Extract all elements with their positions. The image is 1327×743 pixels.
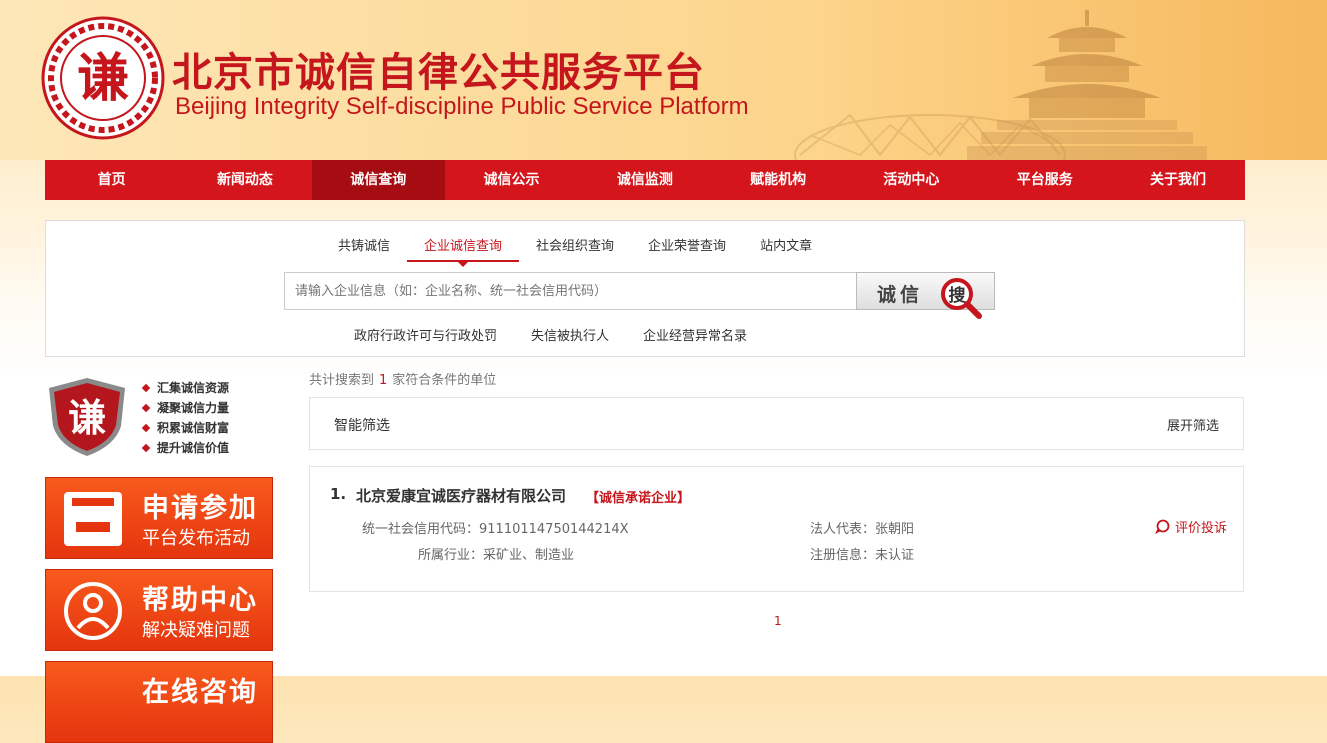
tab-co-build-integrity[interactable]: 共铸诚信 — [321, 235, 407, 262]
search-panel: 共铸诚信 企业诚信查询 社会组织查询 企业荣誉查询 站内文章 诚信 搜 政府行政… — [45, 220, 1245, 357]
industry-label: 所属行业： — [418, 548, 484, 563]
promo-title: 帮助中心 — [142, 585, 258, 616]
company-name-link[interactable]: 北京爱康宜诚医疗器材有限公司 — [356, 485, 566, 506]
slogan-text: 汇集诚信资源 — [157, 381, 230, 395]
nav-news[interactable]: 新闻动态 — [178, 160, 311, 200]
online-consult-banner[interactable]: 在线咨询 — [45, 661, 273, 743]
link-abnormal-operation-list[interactable]: 企业经营异常名录 — [643, 325, 747, 344]
diamond-bullet-icon — [141, 423, 151, 432]
diamond-bullet-icon — [141, 383, 151, 392]
site-subtitle: Beijing Integrity Self-discipline Public… — [175, 93, 749, 120]
result-item: 1. 北京爱康宜诚医疗器材有限公司 【诚信承诺企业】 统一社会信用代码：9111… — [309, 466, 1244, 592]
result-count: 共计搜索到 1 家符合条件的单位 — [309, 369, 496, 388]
diamond-bullet-icon — [141, 443, 151, 452]
pagination-page[interactable]: 1 — [774, 614, 782, 628]
promo-title: 申请参加 — [142, 493, 258, 524]
inbox-icon — [64, 492, 122, 546]
search-tabs: 共铸诚信 企业诚信查询 社会组织查询 企业荣誉查询 站内文章 — [321, 235, 829, 267]
tab-enterprise-honor-query[interactable]: 企业荣誉查询 — [631, 235, 743, 262]
shield-logo-icon: 谦 — [49, 378, 125, 456]
site-header: 谦 北京市诚信自律公共服务平台 Beijing Integrity Self-d… — [0, 0, 1327, 160]
link-admin-permit-penalty[interactable]: 政府行政许可与行政处罚 — [354, 325, 497, 344]
magnifier-char: 搜 — [949, 285, 967, 306]
temple-of-heaven-graphic — [967, 10, 1207, 160]
legal-rep-label: 法人代表： — [810, 522, 876, 537]
slogan-item: 凝聚诚信力量 — [141, 398, 230, 418]
nav-platform-services[interactable]: 平台服务 — [978, 160, 1111, 200]
smart-filter-bar: 智能筛选 展开筛选 — [309, 397, 1244, 450]
credit-code-row: 统一社会信用代码：91110114750144214X — [362, 518, 629, 537]
filter-label: 智能筛选 — [334, 418, 390, 434]
quick-links: 政府行政许可与行政处罚 失信被执行人 企业经营异常名录 — [354, 325, 781, 344]
evaluate-complain-label: 评价投诉 — [1174, 521, 1227, 536]
search-input[interactable] — [284, 272, 856, 310]
nav-enabling-institutions[interactable]: 赋能机构 — [711, 160, 844, 200]
slogan-item: 提升诚信价值 — [141, 438, 230, 458]
integrity-badge: 【诚信承诺企业】 — [586, 491, 691, 506]
tab-enterprise-credit-query[interactable]: 企业诚信查询 — [407, 235, 520, 267]
slogan-list: 汇集诚信资源 凝聚诚信力量 积累诚信财富 提升诚信价值 — [141, 378, 230, 458]
nav-credit-publicity[interactable]: 诚信公示 — [445, 160, 578, 200]
registration-row: 注册信息：未认证 — [810, 544, 914, 563]
credit-code-label: 统一社会信用代码： — [362, 522, 480, 537]
registration-value: 未认证 — [875, 548, 915, 563]
tab-site-articles[interactable]: 站内文章 — [743, 235, 829, 262]
industry-value: 采矿业、制造业 — [483, 548, 575, 563]
registration-label: 注册信息： — [810, 548, 876, 563]
promo-subtitle: 平台发布活动 — [142, 528, 250, 549]
search-button[interactable]: 诚信 搜 — [856, 272, 995, 319]
slogan-item: 积累诚信财富 — [141, 418, 230, 438]
count-prefix: 共计搜索到 — [309, 373, 375, 388]
search-button-label: 诚信 — [877, 284, 924, 306]
magnifier-icon: 搜 — [941, 278, 982, 319]
industry-row: 所属行业：采矿业、制造业 — [418, 544, 574, 563]
nav-credit-monitoring[interactable]: 诚信监测 — [578, 160, 711, 200]
count-number: 1 — [379, 373, 388, 388]
expand-filter-button[interactable]: 展开筛选 — [1167, 415, 1219, 434]
slogan-text: 积累诚信财富 — [157, 421, 230, 435]
shield-logo-char: 谦 — [68, 396, 106, 440]
nav-home[interactable]: 首页 — [45, 160, 178, 200]
legal-rep-value: 张朝阳 — [875, 522, 915, 537]
diamond-bullet-icon — [141, 403, 151, 412]
main-nav: 首页 新闻动态 诚信查询 诚信公示 诚信监测 赋能机构 活动中心 平台服务 关于… — [45, 160, 1245, 200]
promo-subtitle: 解决疑难问题 — [142, 620, 250, 641]
slogan-item: 汇集诚信资源 — [141, 378, 230, 398]
credit-code-value: 91110114750144214X — [479, 522, 629, 537]
evaluate-complain-button[interactable]: 评价投诉 — [1153, 517, 1227, 536]
link-dishonest-executee[interactable]: 失信被执行人 — [531, 325, 609, 344]
comment-icon — [1154, 519, 1170, 534]
site-title: 北京市诚信自律公共服务平台 — [172, 50, 705, 96]
result-index: 1. — [330, 485, 347, 503]
slogan-text: 凝聚诚信力量 — [157, 401, 230, 415]
logo-char: 谦 — [77, 49, 129, 109]
legal-rep-row: 法人代表：张朝阳 — [810, 518, 914, 537]
user-support-icon — [64, 582, 122, 640]
slogan-text: 提升诚信价值 — [157, 441, 230, 455]
nav-about-us[interactable]: 关于我们 — [1111, 160, 1244, 200]
tab-social-organization-query[interactable]: 社会组织查询 — [519, 235, 631, 262]
site-logo[interactable]: 谦 — [41, 16, 165, 140]
apply-activity-banner[interactable]: 申请参加 平台发布活动 — [45, 477, 273, 559]
nav-activity-center[interactable]: 活动中心 — [845, 160, 978, 200]
nav-credit-query[interactable]: 诚信查询 — [311, 160, 445, 200]
count-suffix: 家符合条件的单位 — [392, 373, 497, 388]
help-center-banner[interactable]: 帮助中心 解决疑难问题 — [45, 569, 273, 651]
